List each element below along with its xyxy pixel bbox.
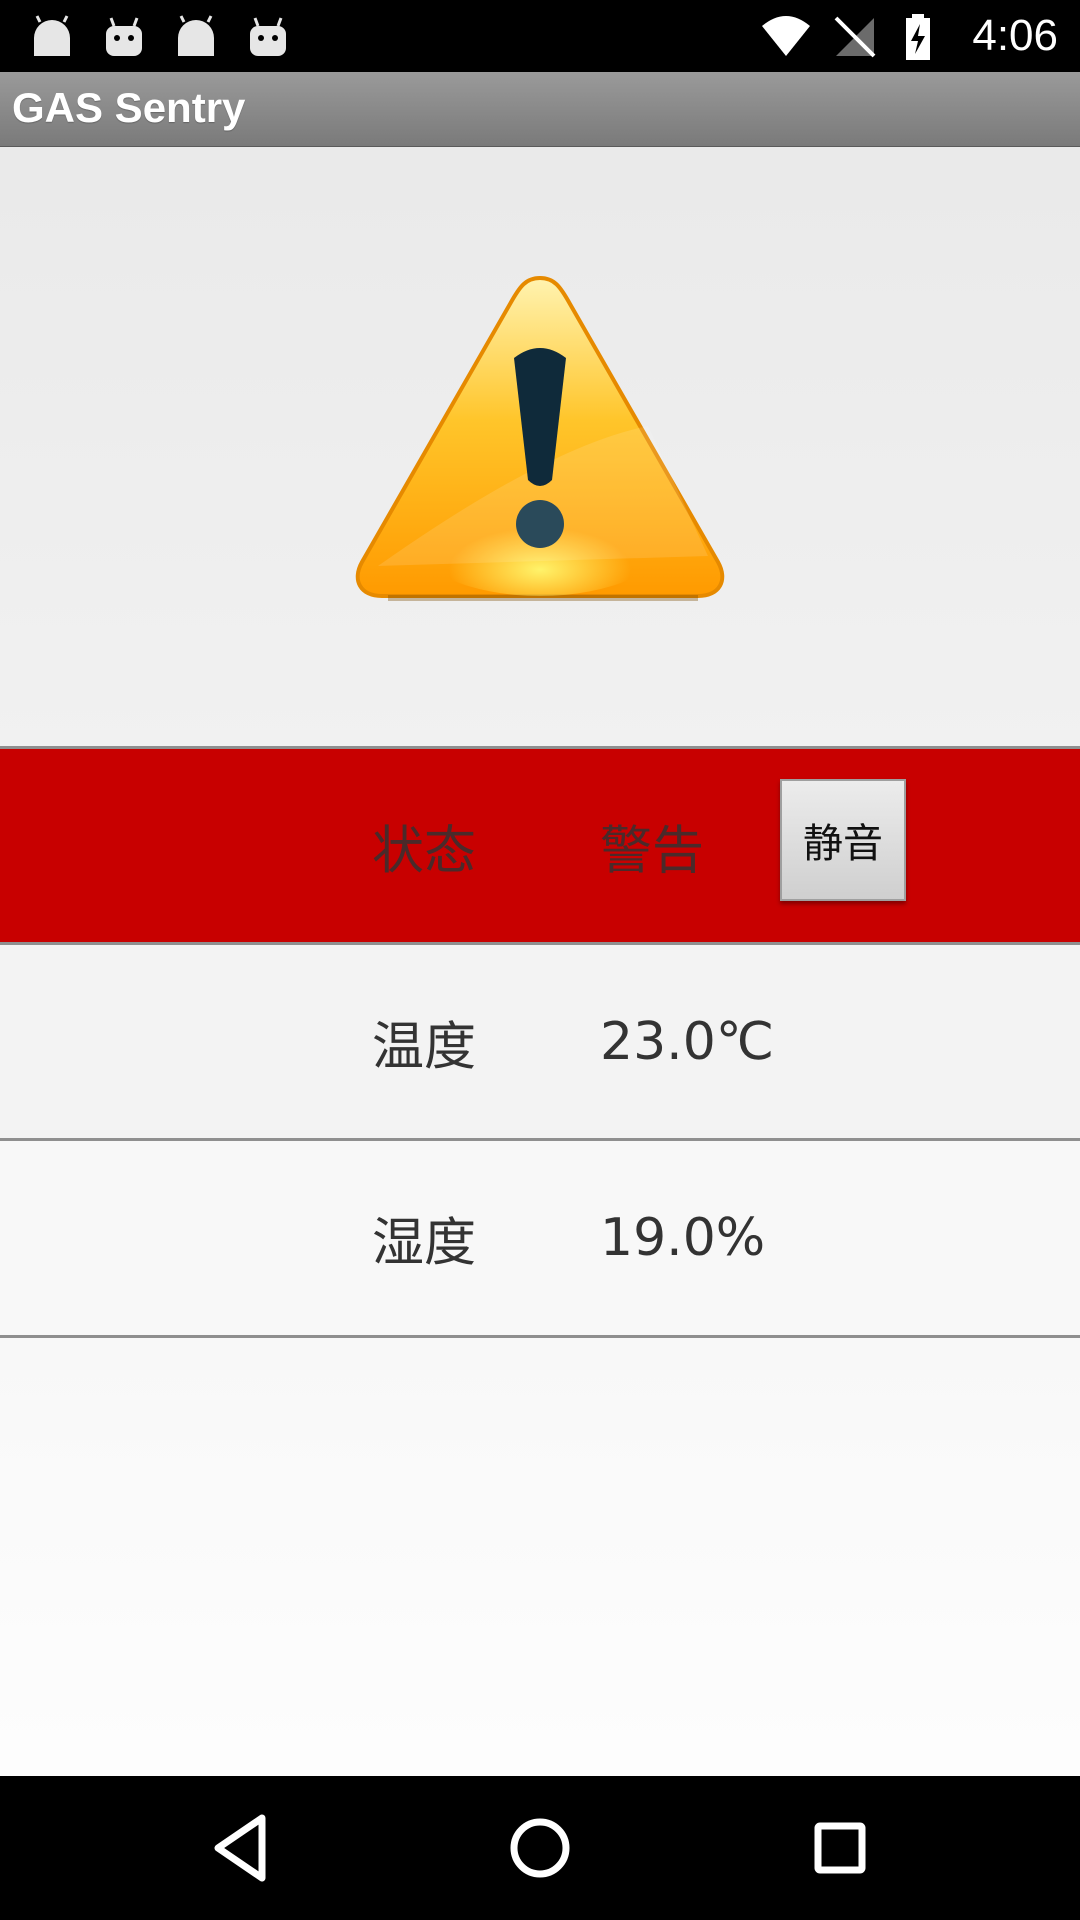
status-row: 状态 警告 静音 (0, 746, 1080, 943)
status-label: 状态 (372, 821, 477, 882)
back-icon[interactable] (190, 1796, 294, 1900)
recent-apps-icon[interactable] (788, 1796, 892, 1900)
temperature-value: 23.0℃ (600, 1012, 775, 1072)
temperature-label: 温度 (372, 1017, 477, 1078)
warning-area (0, 146, 1080, 746)
android-icon (34, 15, 70, 56)
app-title: GAS Sentry (12, 84, 246, 131)
clock: 4:06 (972, 11, 1058, 60)
status-value: 警告 (600, 821, 705, 882)
humidity-label: 湿度 (372, 1213, 477, 1274)
battery-charging-icon (906, 14, 931, 60)
humidity-row: 湿度 19.0% (0, 1138, 1080, 1338)
temperature-row: 温度 23.0℃ (0, 942, 1080, 1139)
android-icon (106, 17, 142, 56)
warning-triangle-icon (355, 275, 725, 601)
humidity-value: 19.0% (600, 1208, 766, 1268)
status-bar: 4:06 (0, 0, 1080, 72)
wifi-icon (762, 16, 811, 56)
navigation-bar (0, 1776, 1080, 1920)
home-icon[interactable] (488, 1796, 592, 1900)
notification-icons (28, 12, 292, 60)
action-bar: GAS Sentry (0, 72, 1080, 147)
android-icon (178, 15, 214, 56)
android-icon (250, 17, 286, 56)
system-status-icons: 4:06 (760, 0, 1058, 72)
no-sim-icon (834, 16, 876, 58)
mute-button[interactable]: 静音 (780, 779, 906, 901)
